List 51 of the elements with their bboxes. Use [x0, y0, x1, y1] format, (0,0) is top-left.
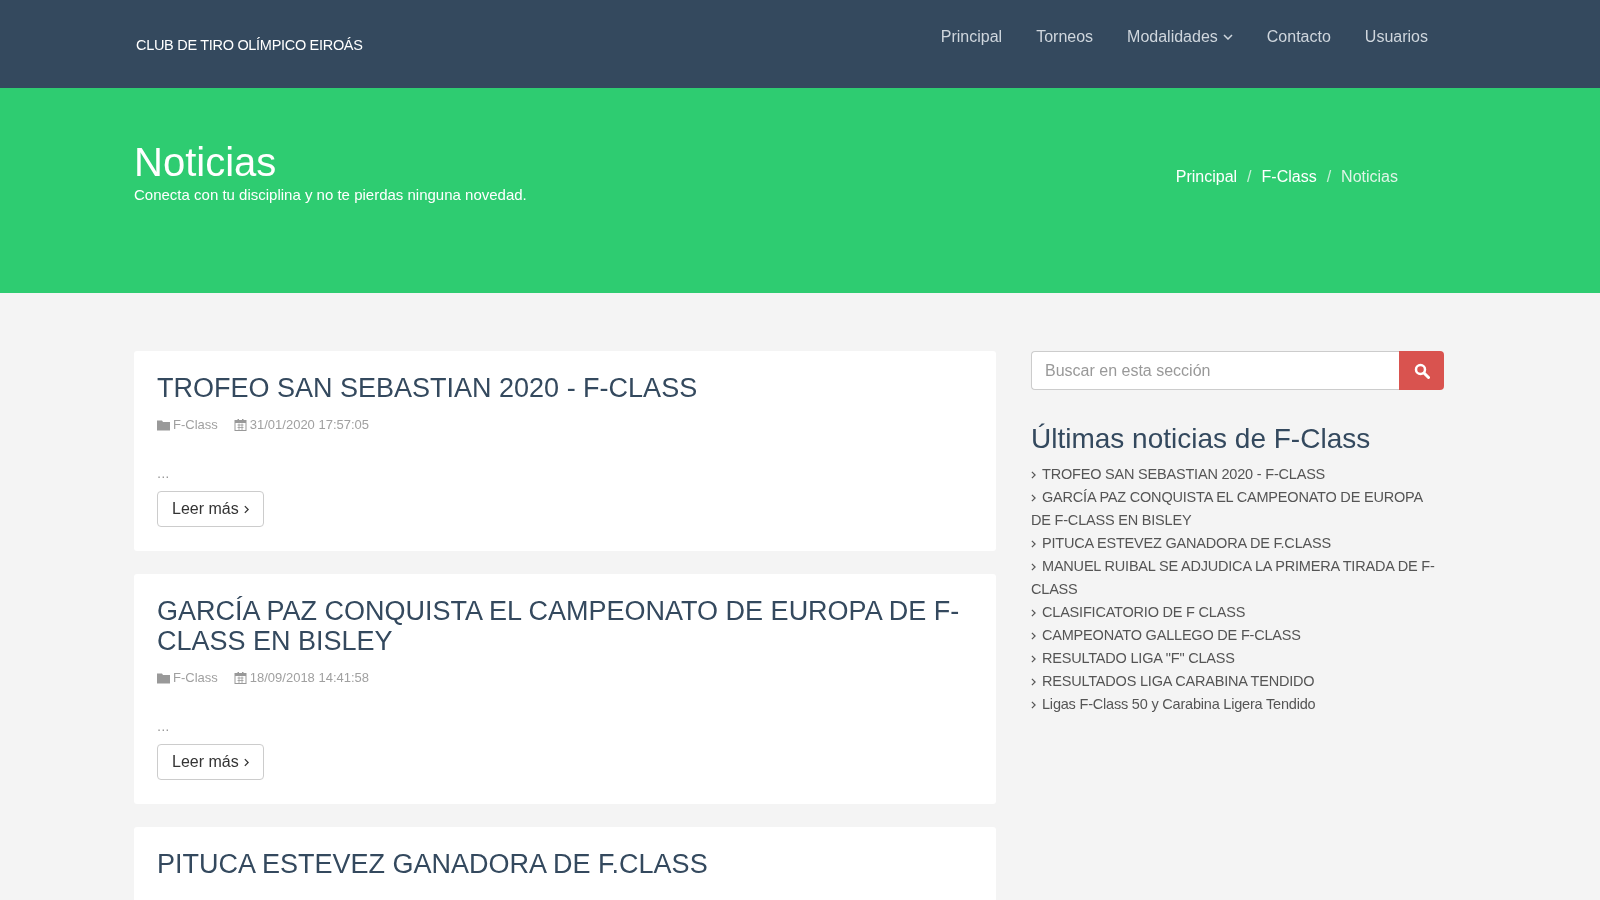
post-date: 18/09/2018 14:41:58	[249, 670, 370, 685]
chevron-icon	[243, 504, 249, 514]
nav-link[interactable]: Modalidades	[1127, 28, 1233, 46]
news-link[interactable]: CLASIFICATORIO DE F CLASS	[1031, 601, 1444, 624]
read-more-button[interactable]: Leer más	[157, 491, 264, 527]
chevron-icon	[1031, 540, 1036, 548]
nav-link[interactable]: Contacto	[1266, 28, 1331, 46]
chevron-icon	[1031, 563, 1036, 571]
read-more-button[interactable]: Leer más	[157, 744, 264, 780]
post-title[interactable]: GARCÍA PAZ CONQUISTA EL CAMPEONATO DE EUROPA DE F-CLASS EN BISLEY	[157, 596, 973, 656]
site-title[interactable]: CLUB DE TIRO OLÍMPICO EIROÁS	[136, 37, 363, 53]
caret-icon	[1222, 34, 1233, 40]
post-date: 31/01/2020 17:57:05	[249, 417, 370, 432]
post-title[interactable]: TROFEO SAN SEBASTIAN 2020 - F-CLASS	[157, 373, 973, 403]
nav-link[interactable]: Torneos	[1036, 28, 1094, 46]
page-subtitle: Conecta con tu disciplina y no te pierdas ninguna novedad.	[134, 186, 527, 203]
news-link[interactable]: RESULTADO LIGA "F" CLASS	[1031, 647, 1444, 670]
breadcrumb-separator: /	[1247, 168, 1252, 186]
post-title[interactable]: PITUCA ESTEVEZ GANADORA DE F.CLASS	[157, 849, 973, 879]
breadcrumb-separator: /	[1326, 168, 1332, 186]
post-excerpt: ...	[157, 466, 171, 481]
chevron-icon	[1031, 678, 1036, 686]
breadcrumb-item: Noticias	[1341, 168, 1398, 186]
news-link[interactable]: MANUEL RUIBAL SE ADJUDICA LA PRIMERA TIRADA DE F-CLASS	[1031, 555, 1444, 601]
nav-link[interactable]: Principal	[940, 28, 1003, 46]
post-category: F-Class	[173, 417, 218, 432]
chevron-icon	[1031, 494, 1036, 502]
folder-icon	[157, 418, 170, 431]
chevron-icon	[1031, 632, 1036, 640]
chevron-icon	[1031, 609, 1036, 617]
folder-icon	[157, 671, 170, 684]
calendar-icon	[233, 671, 247, 684]
post-excerpt: ...	[157, 719, 171, 734]
news-link[interactable]: TROFEO SAN SEBASTIAN 2020 - F-CLASS	[1031, 463, 1444, 486]
search-button[interactable]	[1399, 351, 1444, 390]
chevron-icon	[1031, 655, 1036, 663]
nav-link[interactable]: Usuarios	[1364, 28, 1428, 46]
chevron-icon	[243, 757, 249, 767]
news-link[interactable]: CAMPEONATO GALLEGO DE F-CLASS	[1031, 624, 1444, 647]
chevron-icon	[1031, 471, 1036, 479]
post-category: F-Class	[173, 670, 218, 685]
news-link[interactable]: GARCÍA PAZ CONQUISTA EL CAMPEONATO DE EUROPA DE F-CLASS EN BISLEY	[1031, 486, 1444, 532]
page-title: Noticias	[134, 140, 278, 184]
news-link[interactable]: RESULTADOS LIGA CARABINA TENDIDO	[1031, 670, 1444, 693]
news-link[interactable]: PITUCA ESTEVEZ GANADORA DE F.CLASS	[1031, 532, 1444, 555]
search-field[interactable]: Buscar en esta sección	[1031, 351, 1399, 390]
chevron-icon	[1031, 701, 1036, 709]
sidebar-heading: Últimas noticias de F-Class	[1031, 423, 1372, 455]
search-icon	[1413, 362, 1430, 379]
news-link[interactable]: Ligas F-Class 50 y Carabina Ligera Tendido	[1031, 693, 1444, 716]
calendar-icon	[233, 418, 247, 431]
